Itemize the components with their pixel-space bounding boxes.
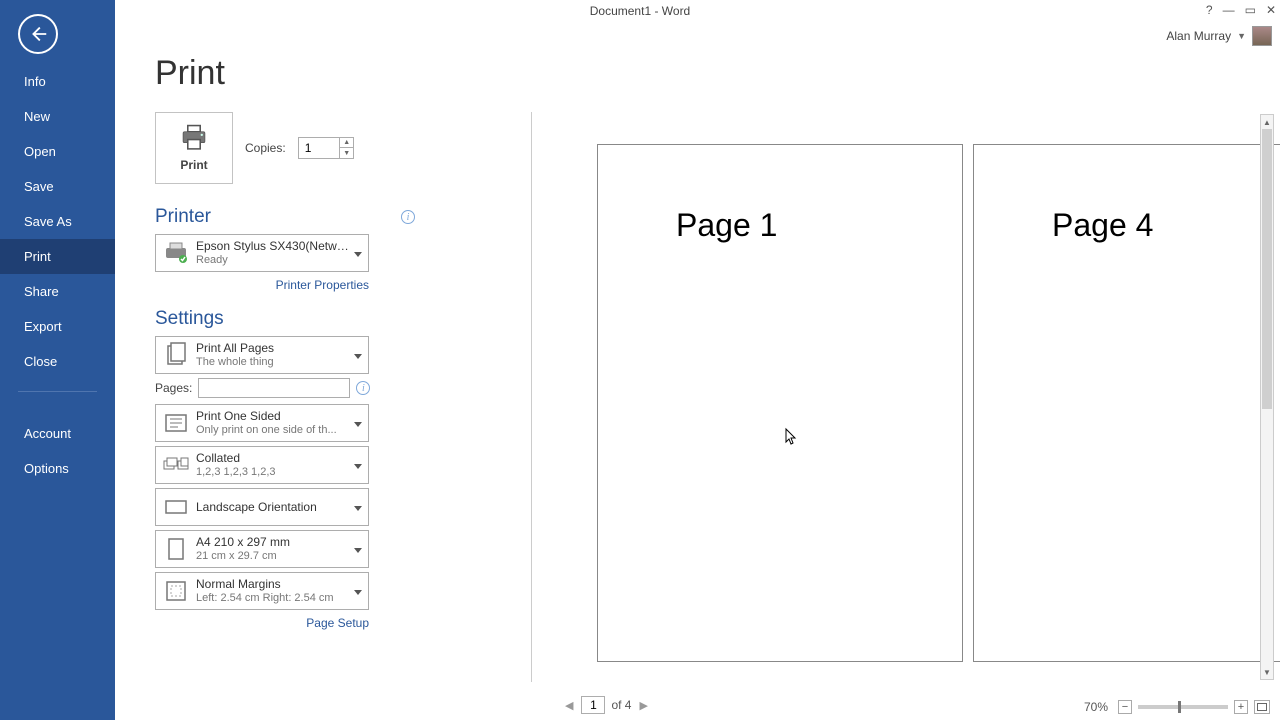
next-page-icon[interactable]: ▶ <box>637 699 649 712</box>
chevron-down-icon <box>352 244 364 262</box>
sidebar-item-print[interactable]: Print <box>0 239 115 274</box>
print-button[interactable]: Print <box>155 112 233 184</box>
zoom-control: 70% − + <box>1084 700 1270 714</box>
sidebar-item-close[interactable]: Close <box>0 344 115 379</box>
collate-title: Collated <box>196 451 352 465</box>
page-title: Print <box>155 54 1280 93</box>
print-scope-select[interactable]: Print All Pages The whole thing <box>155 336 369 374</box>
back-button[interactable] <box>18 14 58 54</box>
print-scope-subtitle: The whole thing <box>196 355 352 369</box>
zoom-slider-knob[interactable] <box>1178 701 1181 713</box>
collate-select[interactable]: Collated 1,2,3 1,2,3 1,2,3 <box>155 446 369 484</box>
sidebar-item-new[interactable]: New <box>0 99 115 134</box>
settings-heading: Settings <box>155 308 415 330</box>
preview-scrollbar[interactable]: ▲ ▼ <box>1260 114 1274 680</box>
page-navigator: ◀ of 4 ▶ <box>563 696 650 714</box>
paper-icon <box>162 535 190 563</box>
margins-title: Normal Margins <box>196 577 352 591</box>
chevron-down-icon <box>352 540 364 558</box>
zoom-in-button[interactable]: + <box>1234 700 1248 714</box>
zoom-percent: 70% <box>1084 700 1108 714</box>
sidebar-item-open[interactable]: Open <box>0 134 115 169</box>
copies-label: Copies: <box>245 141 286 155</box>
column-divider <box>531 112 532 682</box>
landscape-icon <box>162 493 190 521</box>
current-page-input[interactable] <box>582 698 604 712</box>
pages-icon <box>162 341 190 369</box>
preview-page-2-text: Page 4 <box>1052 207 1153 244</box>
printer-name: Epson Stylus SX430(Network) <box>196 239 352 253</box>
printer-heading-text: Printer <box>155 206 211 228</box>
print-button-label: Print <box>180 158 207 172</box>
print-block: Print Copies: ▲ ▼ <box>155 112 415 184</box>
printer-heading: Printer i <box>155 206 415 228</box>
printer-select[interactable]: Epson Stylus SX430(Network) Ready <box>155 234 369 272</box>
one-sided-icon <box>162 409 190 437</box>
preview-page-1: Page 1 <box>597 144 963 662</box>
orientation-title: Landscape Orientation <box>196 500 317 514</box>
print-preview: Page 1 Page 4 <box>555 114 1258 680</box>
print-scope-title: Print All Pages <box>196 341 352 355</box>
spinner-up-icon[interactable]: ▲ <box>340 138 354 148</box>
chevron-down-icon <box>352 498 364 516</box>
info-icon[interactable]: i <box>401 210 415 224</box>
copies-stepper[interactable]: ▲ ▼ <box>298 137 354 159</box>
margins-icon <box>162 577 190 605</box>
printer-properties-link[interactable]: Printer Properties <box>276 278 369 292</box>
margins-select[interactable]: Normal Margins Left: 2.54 cm Right: 2.54… <box>155 572 369 610</box>
collated-icon <box>162 451 190 479</box>
sidebar-item-share[interactable]: Share <box>0 274 115 309</box>
chevron-down-icon <box>352 582 364 600</box>
sidebar-divider <box>18 391 97 412</box>
chevron-down-icon <box>352 346 364 364</box>
chevron-down-icon <box>352 456 364 474</box>
print-options-column: Print Copies: ▲ ▼ Printer i <box>155 112 415 638</box>
pages-row: Pages: i <box>155 378 415 398</box>
main: Print Print Copies: ▲ ▼ <box>115 0 1280 720</box>
copies-spinner: ▲ ▼ <box>339 138 354 158</box>
chevron-down-icon <box>352 414 364 432</box>
sides-title: Print One Sided <box>196 409 352 423</box>
scroll-thumb[interactable] <box>1262 129 1272 409</box>
margins-subtitle: Left: 2.54 cm Right: 2.54 cm <box>196 591 352 605</box>
spinner-down-icon[interactable]: ▼ <box>340 148 354 158</box>
preview-page-2: Page 4 <box>973 144 1280 662</box>
printer-icon <box>178 124 210 152</box>
page-of-text: of 4 <box>611 698 631 712</box>
current-page-box[interactable] <box>581 696 605 714</box>
paper-title: A4 210 x 297 mm <box>196 535 352 549</box>
printer-status: Ready <box>196 253 352 267</box>
sidebar-menu: Info New Open Save Save As Print Share E… <box>0 64 115 486</box>
sidebar-item-account[interactable]: Account <box>0 416 115 451</box>
sidebar-item-info[interactable]: Info <box>0 64 115 99</box>
scroll-track[interactable] <box>1261 129 1273 665</box>
sidebar-item-save[interactable]: Save <box>0 169 115 204</box>
zoom-out-button[interactable]: − <box>1118 700 1132 714</box>
preview-page-1-text: Page 1 <box>676 207 777 244</box>
sidebar-item-save-as[interactable]: Save As <box>0 204 115 239</box>
sides-subtitle: Only print on one side of th... <box>196 423 352 437</box>
backstage-sidebar: Info New Open Save Save As Print Share E… <box>0 0 115 720</box>
zoom-fit-button[interactable] <box>1254 700 1270 714</box>
copies-input[interactable] <box>299 141 339 155</box>
printer-ready-icon <box>162 239 190 267</box>
scroll-up-icon[interactable]: ▲ <box>1261 115 1273 129</box>
prev-page-icon[interactable]: ◀ <box>563 699 575 712</box>
pages-label: Pages: <box>155 381 192 395</box>
sides-select[interactable]: Print One Sided Only print on one side o… <box>155 404 369 442</box>
pages-input[interactable] <box>198 378 350 398</box>
paper-size-select[interactable]: A4 210 x 297 mm 21 cm x 29.7 cm <box>155 530 369 568</box>
settings-heading-text: Settings <box>155 308 224 330</box>
orientation-select[interactable]: Landscape Orientation <box>155 488 369 526</box>
sidebar-item-options[interactable]: Options <box>0 451 115 486</box>
page-setup-link[interactable]: Page Setup <box>306 616 369 630</box>
sidebar-item-export[interactable]: Export <box>0 309 115 344</box>
paper-subtitle: 21 cm x 29.7 cm <box>196 549 352 563</box>
zoom-slider[interactable] <box>1138 705 1228 709</box>
scroll-down-icon[interactable]: ▼ <box>1261 665 1273 679</box>
collate-subtitle: 1,2,3 1,2,3 1,2,3 <box>196 465 352 479</box>
info-icon[interactable]: i <box>356 381 370 395</box>
